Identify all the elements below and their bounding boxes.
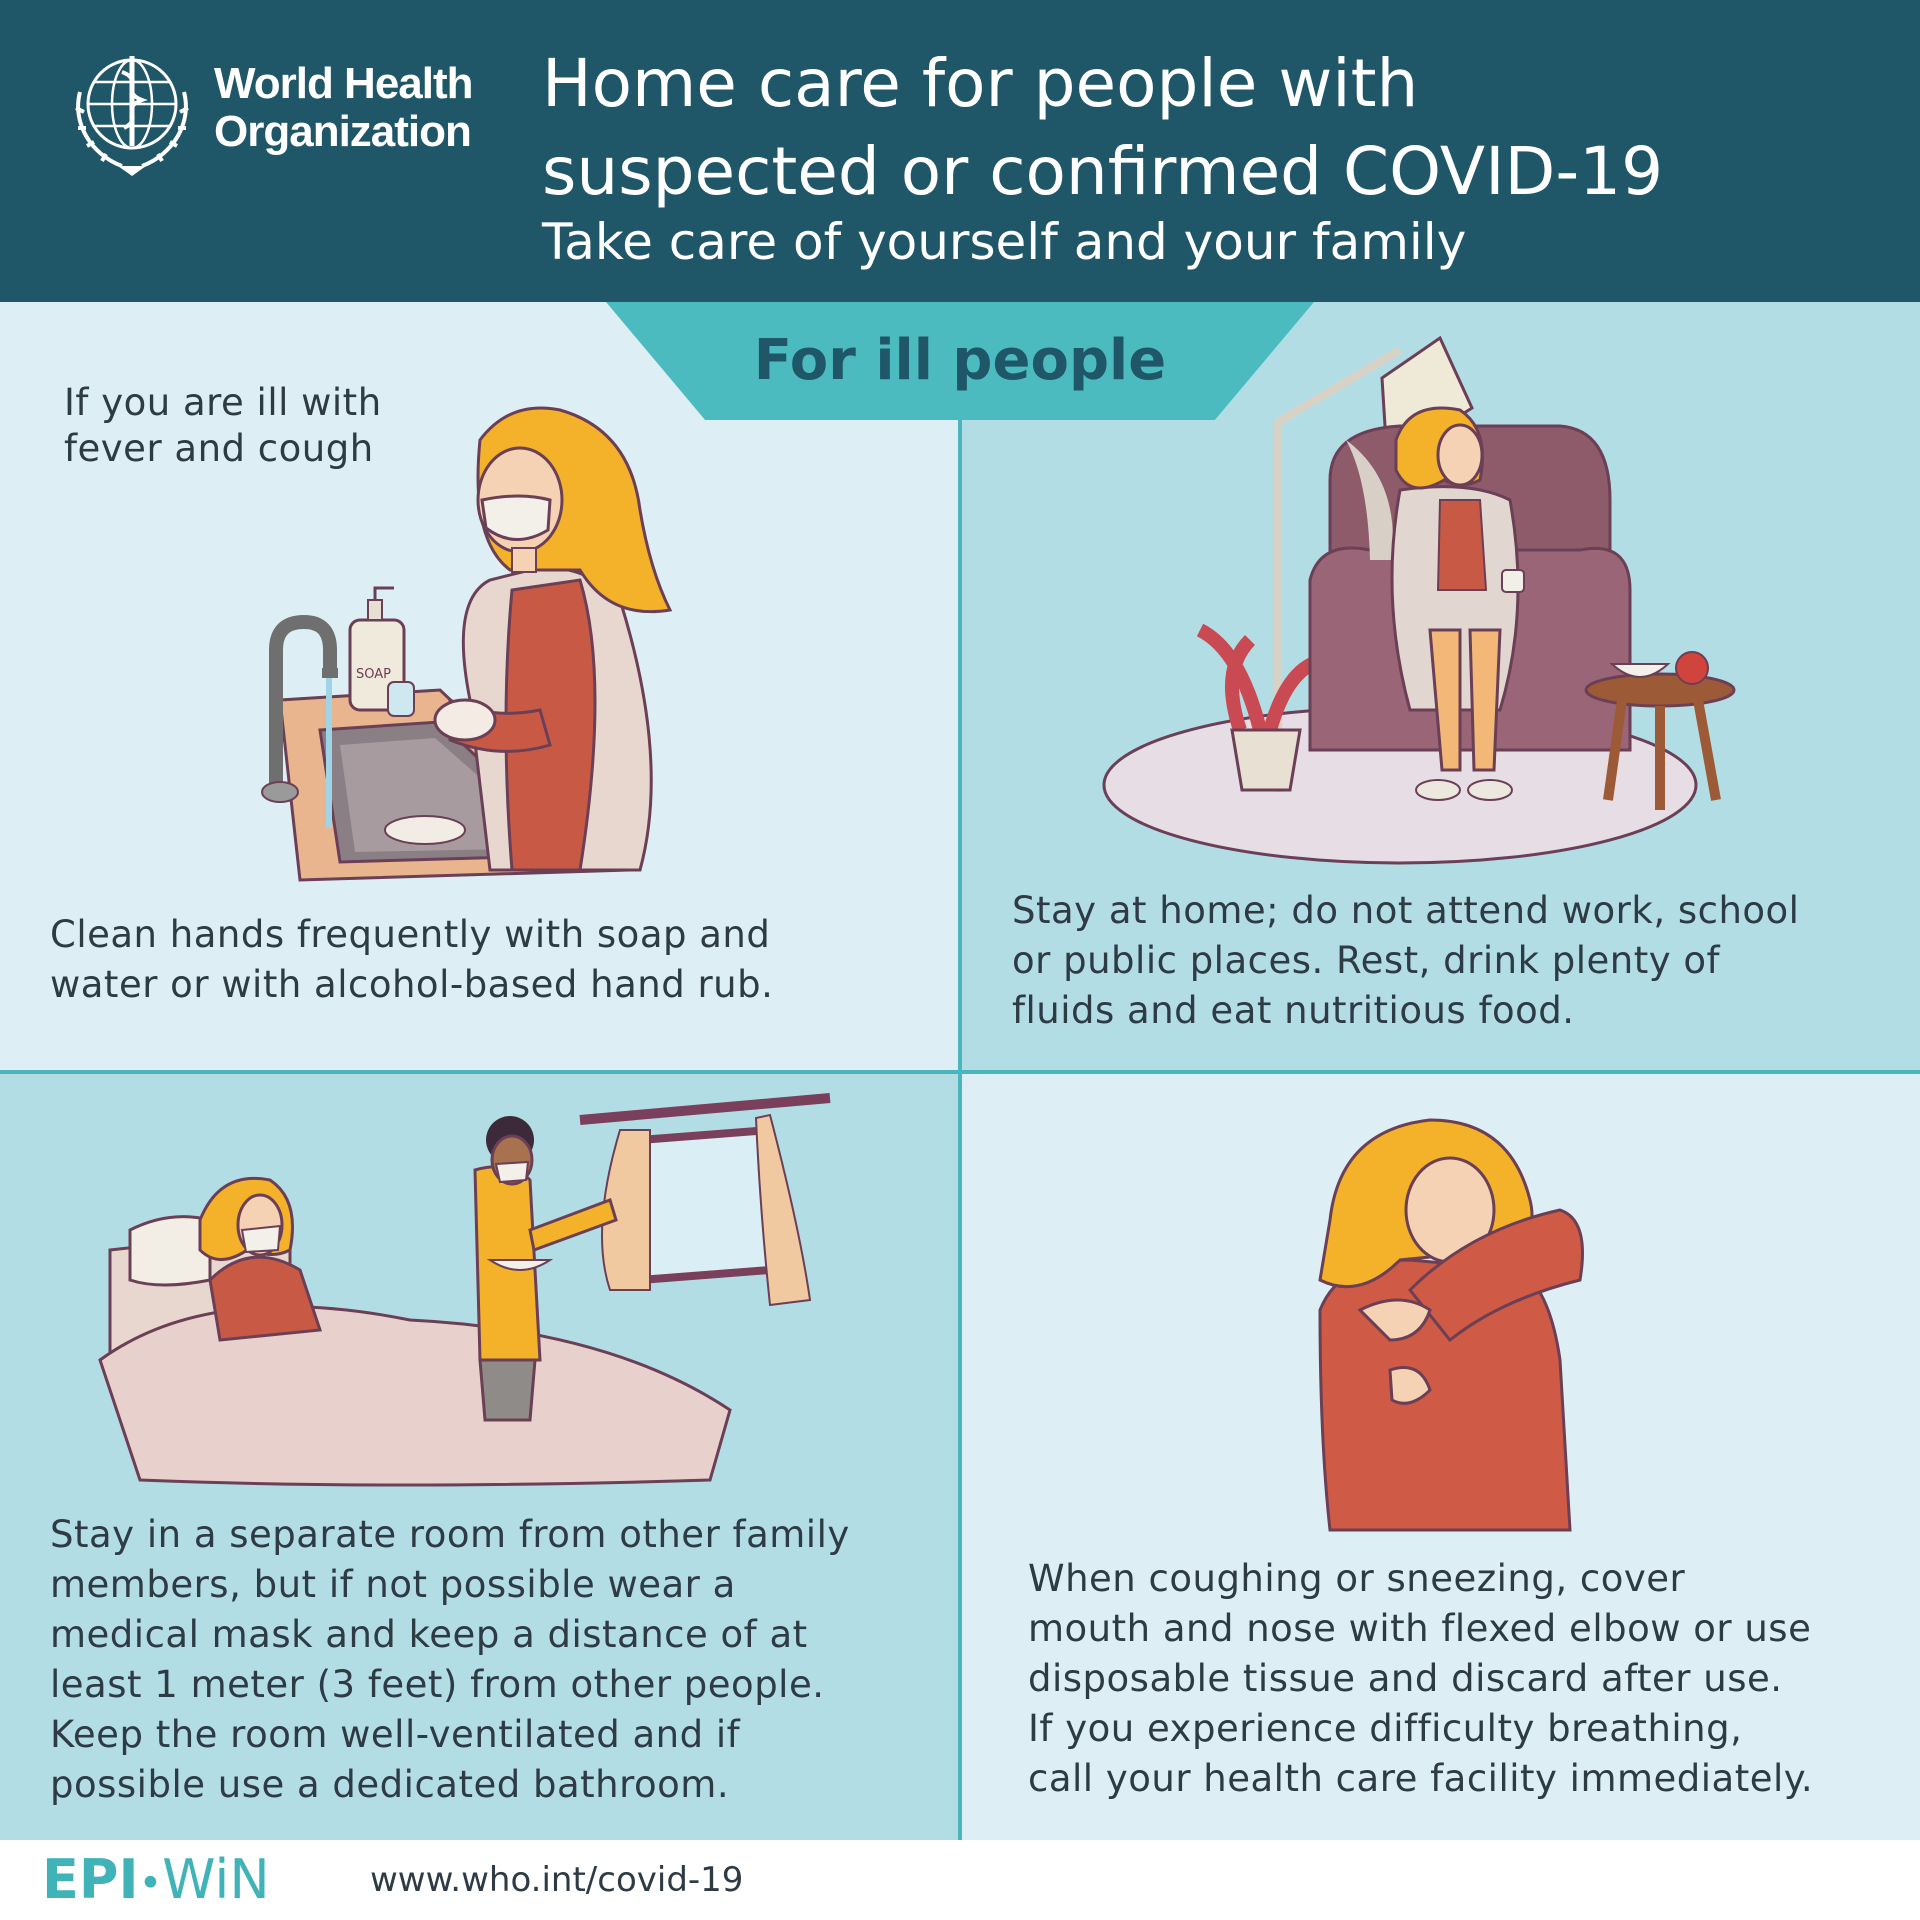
who-emblem-icon bbox=[75, 56, 189, 176]
panel4-text-line: call your health care facility immediate… bbox=[1028, 1757, 1814, 1800]
page-subtitle: Take care of yourself and your family bbox=[542, 213, 1467, 271]
who-covid-link[interactable]: www.who.int/covid-19 bbox=[370, 1858, 743, 1902]
panel4-text-line: When coughing or sneezing, cover bbox=[1028, 1557, 1686, 1600]
epi-win-logo-left: EPI bbox=[42, 1848, 139, 1911]
page-title-line2: suspected or confirmed COVID-19 bbox=[542, 133, 1664, 210]
panel4-text: When coughing or sneezing, cover mouth a… bbox=[1028, 1554, 1813, 1804]
panel3-text-line: members, but if not possible wear a bbox=[50, 1563, 736, 1606]
epi-win-logo-dot: • bbox=[138, 1860, 163, 1907]
organization-name-line1: World Health bbox=[214, 59, 474, 108]
cough-elbow-illustration bbox=[1318, 1118, 1584, 1532]
panel1-text-line: Clean hands frequently with soap and bbox=[50, 913, 771, 956]
panel4-text-line: mouth and nose with flexed elbow or use bbox=[1028, 1607, 1812, 1650]
panel1-text-line: water or with alcohol-based hand rub. bbox=[50, 963, 774, 1006]
epi-win-logo: EPI•WiN bbox=[42, 1850, 270, 1913]
panel3-text: Stay in a separate room from other famil… bbox=[50, 1510, 850, 1810]
soap-label: SOAP bbox=[356, 667, 391, 682]
organization-name: World Health Organization bbox=[214, 59, 474, 156]
panel2-text-line: or public places. Rest, drink plenty of bbox=[1012, 939, 1721, 982]
page-title: Home care for people with suspected or c… bbox=[542, 40, 1882, 216]
panel4-text-line: disposable tissue and discard after use. bbox=[1028, 1657, 1783, 1700]
panel2-text-line: fluids and eat nutritious food. bbox=[1012, 989, 1575, 1032]
footer bbox=[0, 1840, 1920, 1920]
organization-name-line2: Organization bbox=[214, 107, 472, 156]
panel2-text-line: Stay at home; do not attend work, school bbox=[1012, 889, 1800, 932]
epi-win-logo-right: WiN bbox=[162, 1848, 270, 1911]
handwashing-illustration: SOAP bbox=[261, 406, 673, 882]
panel2-text: Stay at home; do not attend work, school… bbox=[1012, 886, 1799, 1036]
armchair-rest-illustration bbox=[1102, 335, 1736, 865]
panel3-text-line: least 1 meter (3 feet) from other people… bbox=[50, 1663, 825, 1706]
page-title-line1: Home care for people with bbox=[542, 45, 1419, 122]
panel1-text: Clean hands frequently with soap and wat… bbox=[50, 910, 773, 1010]
panel3-text-line: medical mask and keep a distance of at bbox=[50, 1613, 808, 1656]
vertical-divider bbox=[958, 420, 962, 1840]
panel3-text-line: Keep the room well-ventilated and if bbox=[50, 1713, 741, 1756]
horizontal-divider bbox=[0, 1070, 1920, 1074]
panel4-text-line: If you experience difficulty breathing, bbox=[1028, 1707, 1743, 1750]
panel3-text-line: Stay in a separate room from other famil… bbox=[50, 1513, 850, 1556]
separate-room-illustration bbox=[98, 1093, 831, 1487]
panel3-text-line: possible use a dedicated bathroom. bbox=[50, 1763, 730, 1806]
